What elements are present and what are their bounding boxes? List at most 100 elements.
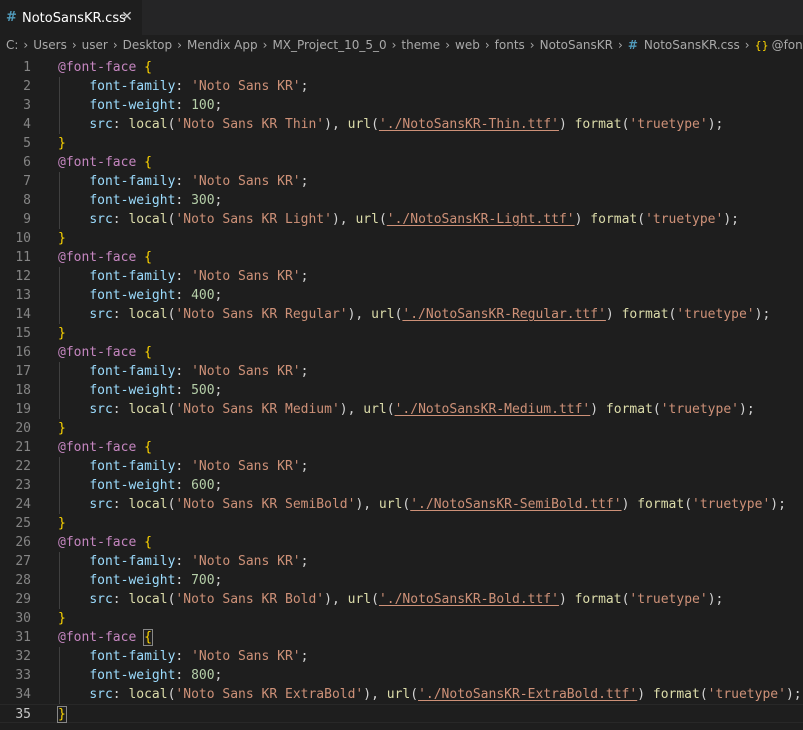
code-token: ;	[214, 193, 223, 208]
line-number: 12	[15, 269, 31, 284]
code-line[interactable]: 33 font-weight: 800;	[0, 666, 803, 685]
function-name: local	[128, 117, 168, 132]
close-icon[interactable]: ✕	[120, 9, 134, 25]
code-token: (	[637, 212, 646, 227]
string-value: 'Noto Sans KR Medium'	[175, 402, 340, 417]
number-value: 600	[191, 478, 215, 493]
property-name: font-weight	[89, 668, 176, 683]
code-token: )	[574, 212, 591, 227]
breadcrumb-symbol[interactable]: {}@font	[755, 38, 803, 52]
code-editor[interactable]: 1 @font-face {2 font-family: 'Noto Sans K…	[0, 57, 803, 730]
line-number: 26	[15, 535, 31, 550]
property-name: font-weight	[89, 98, 176, 113]
breadcrumb-item[interactable]: NotoSansKR	[540, 38, 613, 52]
breadcrumb-file[interactable]: # NotoSansKR.css	[628, 38, 740, 52]
function-name: url	[347, 592, 372, 607]
code-line[interactable]: 8 font-weight: 300;	[0, 191, 803, 210]
url-link: './NotoSansKR-Bold.ttf'	[378, 592, 559, 607]
property-name: font-family	[89, 649, 176, 664]
property-name: src	[89, 687, 113, 702]
line-number: 29	[15, 592, 31, 607]
code-token: :	[112, 497, 129, 512]
code-line[interactable]: 19 src: local ('Noto Sans KR Medium'), ur…	[0, 400, 803, 419]
code-line[interactable]: 10}	[0, 229, 803, 248]
css-file-icon: #	[6, 10, 17, 25]
code-line[interactable]: 14 src: local('Noto Sans KR Regular'), u…	[0, 305, 803, 324]
code-line[interactable]: 21 @font-face {	[0, 438, 803, 457]
code-line[interactable]: 11 @font-face {	[0, 248, 803, 267]
code-token: :	[175, 668, 192, 683]
code-line[interactable]: 25}	[0, 514, 803, 533]
code-line[interactable]: 27 font-family: 'Noto Sans KR';	[0, 552, 803, 571]
breadcrumb-item[interactable]: web	[455, 38, 480, 52]
code-line[interactable]: 3 font-weight: 100;	[0, 96, 803, 115]
code-line[interactable]: 5}	[0, 134, 803, 153]
code-token: ;	[300, 459, 309, 474]
breadcrumb-item[interactable]: MX_Project_10_5_0	[272, 38, 386, 52]
chevron-right-icon: ›	[744, 38, 750, 52]
code-line[interactable]: 6 @font-face {	[0, 153, 803, 172]
code-line[interactable]: 22 font-family: 'Noto Sans KR';	[0, 457, 803, 476]
code-token: (	[386, 402, 395, 417]
breadcrumb-item[interactable]: fonts	[495, 38, 525, 52]
code-line[interactable]: 30}	[0, 609, 803, 628]
code-token: :	[175, 288, 192, 303]
property-name: font-weight	[89, 288, 176, 303]
code-line[interactable]: 17 font-family: 'Noto Sans KR';	[0, 362, 803, 381]
breadcrumb-item[interactable]: Users	[33, 38, 67, 52]
code-line[interactable]: 1 @font-face {	[0, 58, 803, 77]
code-line[interactable]: 16 @font-face {	[0, 343, 803, 362]
code-token: :	[112, 592, 129, 607]
code-line[interactable]: 2 font-family: 'Noto Sans KR';	[0, 77, 803, 96]
indent-guide	[59, 647, 60, 704]
string-value: 'Noto Sans KR'	[191, 459, 301, 474]
code-line[interactable]: 28 font-weight: 700;	[0, 571, 803, 590]
property-name: font-weight	[89, 478, 176, 493]
at-rule-keyword: @font-face	[58, 345, 137, 360]
function-name: format	[637, 497, 685, 512]
code-token: );	[785, 687, 802, 702]
code-line[interactable]: 15}	[0, 324, 803, 343]
code-token: ;	[214, 573, 223, 588]
line-code: }	[58, 229, 66, 248]
code-line[interactable]: 18 font-weight: 500;	[0, 381, 803, 400]
line-number: 21	[15, 440, 31, 455]
property-name: font-family	[89, 554, 176, 569]
code-line[interactable]: 20}	[0, 419, 803, 438]
breadcrumb-item[interactable]: Mendix App	[187, 38, 258, 52]
code-line[interactable]: 7 font-family: 'Noto Sans KR';	[0, 172, 803, 191]
code-line[interactable]: 29 src: local('Noto Sans KR Bold'), url(…	[0, 590, 803, 609]
breadcrumb-item[interactable]: Desktop	[123, 38, 173, 52]
code-line[interactable]: 34 src: local ('Noto Sans KR ExtraBold'),…	[0, 685, 803, 704]
code-line[interactable]: 31 @font-face {	[0, 628, 803, 647]
code-line[interactable]: 12 font-family: 'Noto Sans KR';	[0, 267, 803, 286]
code-token: ),	[347, 307, 372, 322]
code-token: )	[558, 592, 575, 607]
breadcrumb-item[interactable]: theme	[401, 38, 440, 52]
code-line[interactable]: 32 font-family: 'Noto Sans KR';	[0, 647, 803, 666]
code-line[interactable]: 13 font-weight: 400;	[0, 286, 803, 305]
code-line[interactable]: 23 font-weight: 600;	[0, 476, 803, 495]
code-line[interactable]: 26 @font-face {	[0, 533, 803, 552]
code-line[interactable]: 35}	[0, 704, 803, 723]
indent-guide	[59, 77, 60, 134]
code-token: )	[590, 402, 606, 417]
function-name: url	[363, 402, 387, 417]
code-line[interactable]: 4 src: local('Noto Sans KR Thin'), url('…	[0, 115, 803, 134]
breadcrumb-item[interactable]: C:	[6, 38, 18, 52]
code-token: :	[175, 174, 192, 189]
code-line[interactable]: 9 src: local('Noto Sans KR Light'), url(…	[0, 210, 803, 229]
code-token: :	[112, 212, 129, 227]
breadcrumb-item[interactable]: user	[82, 38, 108, 52]
code-line[interactable]: 24 src: local ('Noto Sans KR SemiBold'), …	[0, 495, 803, 514]
tab-notosanskr-css[interactable]: # NotoSansKR.css ✕	[0, 0, 142, 35]
line-number: 18	[15, 383, 31, 398]
url-link: './NotoSansKR-Light.ttf'	[386, 212, 575, 227]
code-token: :	[175, 364, 192, 379]
